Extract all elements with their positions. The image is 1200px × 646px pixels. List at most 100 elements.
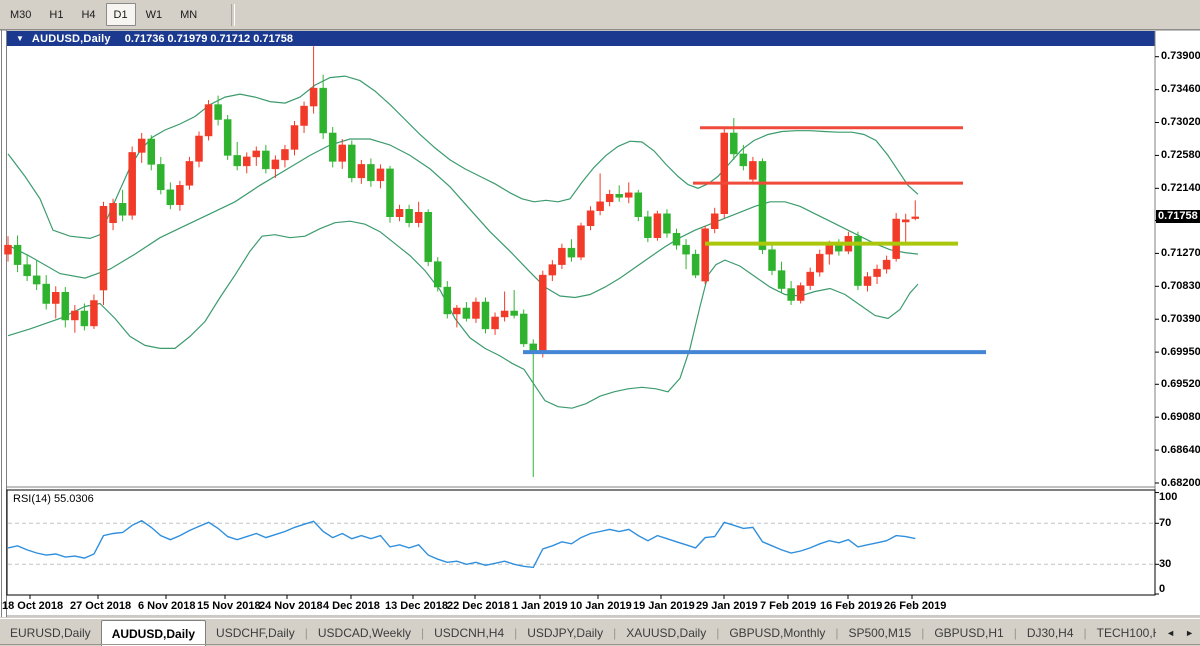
chart-tab-xauusd-daily[interactable]: XAUUSD,Daily	[616, 619, 716, 646]
candle-bullish	[549, 265, 556, 275]
candle-bullish	[606, 194, 613, 201]
candle-bullish	[90, 301, 97, 326]
date-axis-label: 29 Jan 2019	[696, 600, 758, 612]
price-chart-canvas[interactable]	[0, 0, 1200, 645]
chart-tab-gbpusd-monthly[interactable]: GBPUSD,Monthly	[719, 619, 835, 646]
candle-bearish	[234, 155, 241, 165]
candle-bearish	[348, 145, 355, 178]
candle-bearish	[329, 133, 336, 161]
candle-bearish	[224, 120, 231, 156]
bollinger-band-upper	[8, 76, 918, 238]
candle-bullish	[301, 106, 308, 125]
chart-tab-gbpusd-h1[interactable]: GBPUSD,H1	[924, 619, 1013, 646]
candle-bearish	[568, 248, 575, 257]
candle-bearish	[62, 292, 69, 320]
candle-bullish	[253, 151, 260, 157]
price-axis-label: 0.69080	[1161, 412, 1200, 423]
candle-bullish	[377, 169, 384, 181]
price-axis-label: 0.72140	[1161, 183, 1200, 194]
candle-bearish	[692, 254, 699, 275]
rsi-axis-label: 100	[1159, 492, 1177, 503]
candle-bullish	[415, 212, 422, 222]
candle-bullish	[912, 217, 919, 219]
chart-tab-usdcad-weekly[interactable]: USDCAD,Weekly	[308, 619, 421, 646]
candle-bullish	[749, 161, 756, 179]
candle-bullish	[597, 202, 604, 211]
date-axis-label: 13 Dec 2018	[385, 600, 448, 612]
candle-bullish	[71, 311, 78, 320]
price-axis-label: 0.71270	[1161, 248, 1200, 259]
candle-bearish	[730, 133, 737, 154]
candle-bearish	[167, 190, 174, 205]
candle-bullish	[902, 220, 909, 222]
candle-bearish	[33, 276, 40, 284]
chart-tab-usdcnh-h4[interactable]: USDCNH,H4	[424, 619, 514, 646]
candle-bullish	[883, 260, 890, 269]
candle-bullish	[587, 211, 594, 226]
candle-bearish	[367, 164, 374, 180]
candle-bearish	[663, 214, 670, 233]
candle-bearish	[616, 194, 623, 197]
candle-bullish	[291, 126, 298, 150]
date-axis-label: 26 Feb 2019	[884, 600, 946, 612]
chart-tab-dj30-h4[interactable]: DJ30,H4	[1017, 619, 1084, 646]
candle-bullish	[721, 133, 728, 214]
candle-bullish	[310, 88, 317, 106]
candle-bullish	[281, 149, 288, 159]
candle-bullish	[396, 209, 403, 216]
candle-bullish	[625, 193, 632, 197]
candle-bearish	[148, 139, 155, 164]
candle-bearish	[387, 169, 394, 217]
candle-bearish	[24, 265, 31, 276]
candle-bullish	[539, 275, 546, 351]
candle-bearish	[683, 245, 690, 254]
date-axis-label: 10 Jan 2019	[570, 600, 632, 612]
candle-bullish	[129, 152, 136, 215]
candle-bullish	[711, 214, 718, 229]
chart-tab-sp500-m15[interactable]: SP500,M15	[839, 619, 922, 646]
candle-bearish	[482, 302, 489, 329]
price-axis-label: 0.69950	[1161, 347, 1200, 358]
candle-bullish	[339, 145, 346, 161]
candle-bullish	[205, 105, 212, 136]
candle-bearish	[673, 233, 680, 245]
candle-bullish	[864, 277, 871, 286]
candle-bearish	[835, 245, 842, 251]
candle-bullish	[52, 292, 59, 303]
price-axis-label: 0.68200	[1161, 478, 1200, 489]
chart-tab-usdchf-daily[interactable]: USDCHF,Daily	[206, 619, 305, 646]
candle-bearish	[406, 209, 413, 222]
chart-tab-audusd-daily[interactable]: AUDUSD,Daily	[101, 620, 206, 646]
rsi-panel-border	[7, 490, 1155, 595]
candle-bearish	[644, 217, 651, 238]
candle-bearish	[119, 203, 126, 215]
price-axis-label: 0.73020	[1161, 117, 1200, 128]
candle-bullish	[816, 254, 823, 272]
candle-bearish	[778, 271, 785, 289]
candle-bearish	[444, 287, 451, 314]
date-axis-label: 1 Jan 2019	[512, 600, 568, 612]
price-axis-label: 0.68640	[1161, 445, 1200, 456]
chart-tab-eurusd-daily[interactable]: EURUSD,Daily	[0, 619, 101, 646]
candle-bullish	[186, 161, 193, 185]
date-axis-label: 24 Nov 2018	[259, 600, 323, 612]
candle-bullish	[176, 185, 183, 204]
tab-scroll-left-icon[interactable]: ◄	[1166, 628, 1175, 638]
candle-bullish	[110, 203, 117, 222]
candle-bearish	[520, 314, 527, 344]
candle-bullish	[138, 139, 145, 152]
date-axis-label: 6 Nov 2018	[138, 600, 195, 612]
current-price-badge: 0.71758	[1156, 210, 1200, 223]
candle-bullish	[196, 136, 203, 161]
candle-bullish	[578, 226, 585, 257]
date-axis-label: 18 Oct 2018	[2, 600, 63, 612]
chart-tab-usdjpy-daily[interactable]: USDJPY,Daily	[517, 619, 613, 646]
date-axis-label: 16 Feb 2019	[820, 600, 882, 612]
candle-bearish	[635, 193, 642, 217]
tab-scroll-right-icon[interactable]: ►	[1185, 628, 1194, 638]
candle-bullish	[826, 245, 833, 254]
date-axis-label: 15 Nov 2018	[197, 600, 261, 612]
rsi-line	[8, 521, 915, 568]
candle-bullish	[100, 206, 107, 290]
chart-tab-tech100-h[interactable]: TECH100,H	[1087, 619, 1157, 646]
